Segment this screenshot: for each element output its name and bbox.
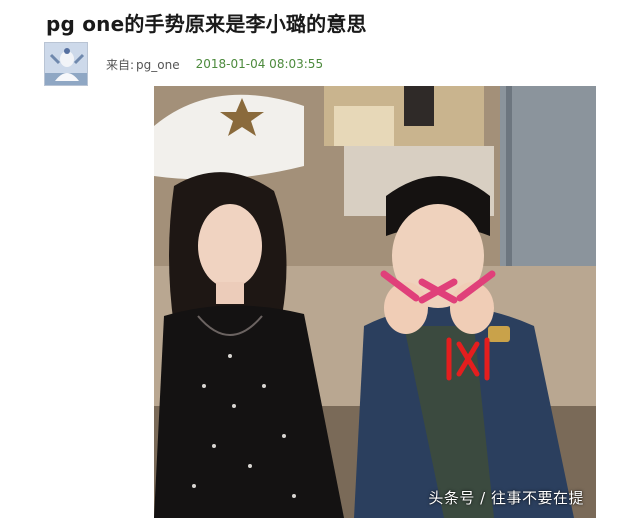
source: 来自: pg_one: [106, 56, 180, 73]
post-meta: 来自: pg_one 2018-01-04 08:03:55: [106, 56, 323, 73]
post-title: pg one的手势原来是李小璐的意思: [46, 12, 367, 36]
post-timestamp: 2018-01-04 08:03:55: [195, 57, 324, 71]
avatar[interactable]: [44, 42, 88, 86]
source-author-link[interactable]: pg_one: [136, 58, 180, 72]
post-photo[interactable]: 头条号 / 往事不要在提: [154, 86, 596, 518]
author-row: 来自: pg_one 2018-01-04 08:03:55: [44, 42, 323, 86]
user-avatar-icon: [45, 43, 87, 85]
photo-watermark: 头条号 / 往事不要在提: [428, 489, 584, 507]
photo-illustration: [154, 86, 596, 518]
article-post: pg one的手势原来是李小璐的意思 来自: pg_one 2018-01-04 …: [0, 0, 625, 518]
source-label: 来自:: [106, 57, 135, 72]
